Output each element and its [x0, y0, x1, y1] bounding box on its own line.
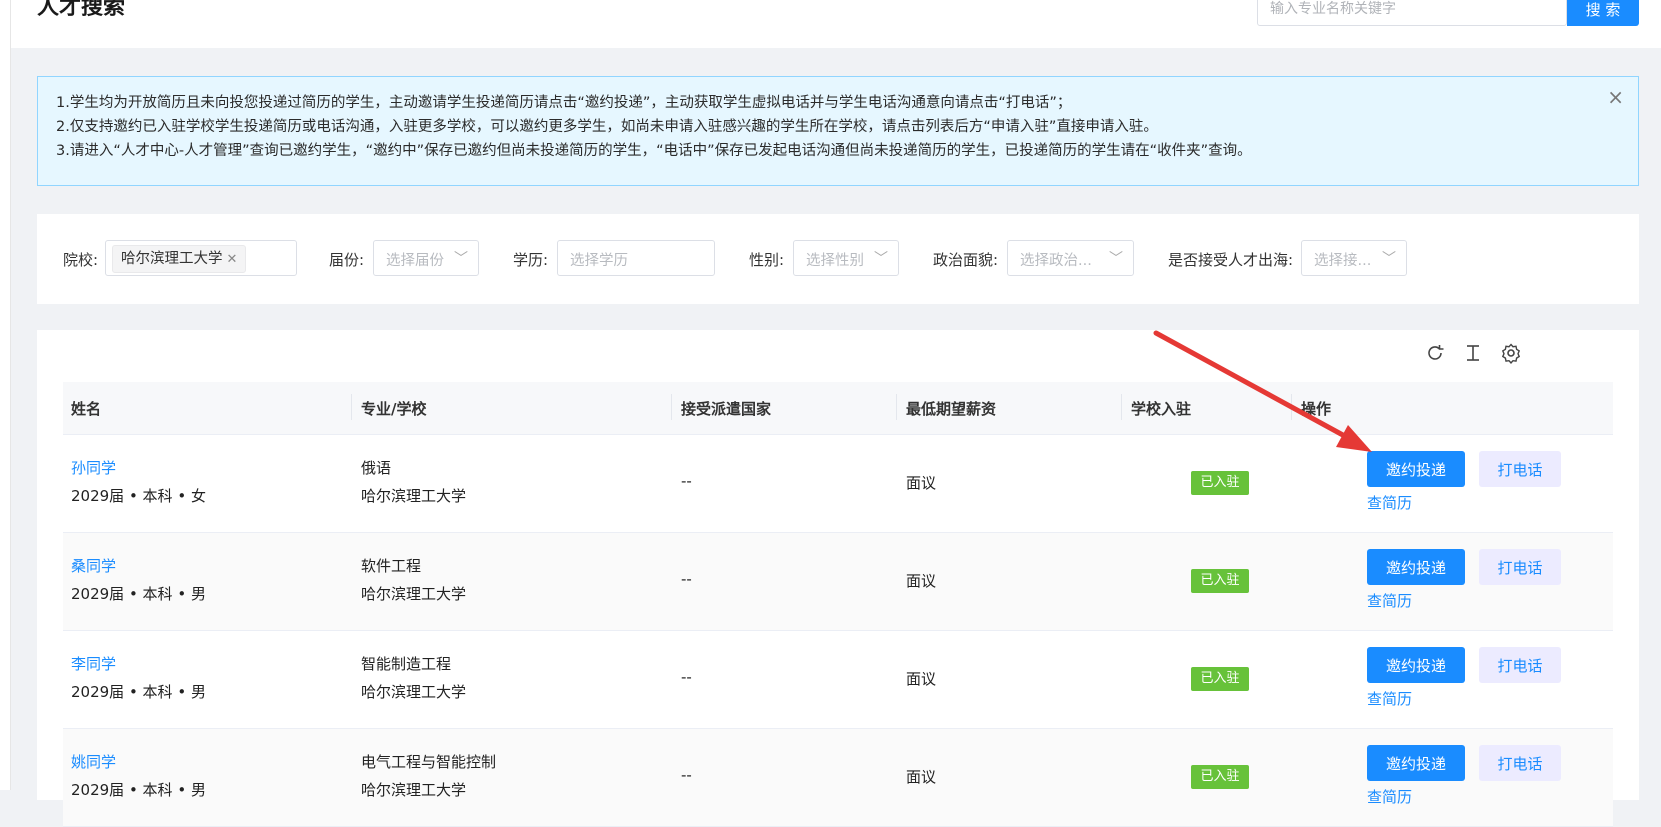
close-icon[interactable]: ×: [1607, 87, 1624, 107]
tag-close-icon[interactable]: ✕: [227, 252, 238, 267]
dispatch-country: --: [681, 570, 692, 588]
invite-apply-button[interactable]: 邀约投递: [1367, 451, 1465, 487]
col-header-major: 专业/学校: [361, 400, 427, 418]
table-header: 姓名 专业/学校 接受派遣国家 最低期望薪资 学校入驻 操作: [63, 382, 1613, 435]
chevron-down-icon: ﹀: [1109, 251, 1123, 267]
call-button[interactable]: 打电话: [1479, 647, 1561, 683]
call-button[interactable]: 打电话: [1479, 745, 1561, 781]
grade-filter-select[interactable]: 选择届份 ﹀: [373, 240, 479, 276]
gender-filter-label: 性别:: [749, 251, 785, 269]
view-resume-link[interactable]: 查简历: [1367, 590, 1412, 611]
view-resume-link[interactable]: 查简历: [1367, 492, 1412, 513]
student-school: 哈尔滨理工大学: [361, 487, 467, 505]
settings-gear-icon[interactable]: [1500, 342, 1522, 364]
edu-filter-select[interactable]: 选择学历: [557, 240, 715, 276]
student-major: 俄语: [361, 459, 392, 477]
edu-filter-label: 学历:: [513, 251, 549, 269]
status-badge: 已入驻: [1191, 765, 1249, 789]
politics-filter-label: 政治面貌:: [933, 251, 999, 269]
school-filter-label: 院校:: [63, 251, 99, 269]
dispatch-country: --: [681, 668, 692, 686]
col-header-name: 姓名: [71, 400, 102, 418]
status-badge: 已入驻: [1191, 667, 1249, 691]
chevron-down-icon: ﹀: [454, 251, 468, 267]
student-major: 电气工程与智能控制: [361, 753, 497, 771]
min-salary: 面议: [906, 670, 937, 688]
student-info: 2029届 • 本科 • 女: [71, 487, 206, 505]
call-button[interactable]: 打电话: [1479, 451, 1561, 487]
refresh-icon[interactable]: [1424, 342, 1446, 364]
min-salary: 面议: [906, 768, 937, 786]
notice-line-3: 3.请进入“人才中心-人才管理”查询已邀约学生，“邀约中”保存已邀约但尚未投递简…: [56, 143, 1252, 159]
student-name-link[interactable]: 孙同学: [71, 457, 116, 478]
col-divider: [896, 394, 897, 420]
left-sidebar-edge: [0, 0, 11, 790]
gender-filter-select[interactable]: 选择性别 ﹀: [793, 240, 899, 276]
view-resume-link[interactable]: 查简历: [1367, 688, 1412, 709]
edu-filter-placeholder: 选择学历: [570, 253, 628, 269]
student-name-link[interactable]: 姚同学: [71, 751, 116, 772]
notice-banner: 1.学生均为开放简历且未向投您投递过简历的学生，主动邀请学生投递简历请点击“邀约…: [37, 76, 1639, 186]
col-header-actions: 操作: [1301, 400, 1332, 418]
student-info: 2029届 • 本科 • 男: [71, 683, 206, 701]
table-row: 桑同学 2029届 • 本科 • 男 软件工程 哈尔滨理工大学 -- 面议 已入…: [63, 533, 1613, 631]
chevron-down-icon: ﹀: [1382, 251, 1396, 267]
dispatch-country: --: [681, 472, 692, 490]
overseas-filter-placeholder: 选择接...: [1314, 253, 1372, 269]
overseas-filter-select[interactable]: 选择接... ﹀: [1301, 240, 1407, 276]
invite-apply-button[interactable]: 邀约投递: [1367, 745, 1465, 781]
col-divider: [1291, 394, 1292, 420]
school-filter-select[interactable]: 哈尔滨理工大学 ✕: [105, 240, 297, 276]
table-row: 李同学 2029届 • 本科 • 男 智能制造工程 哈尔滨理工大学 -- 面议 …: [63, 631, 1613, 729]
status-badge: 已入驻: [1191, 471, 1249, 495]
student-name-link[interactable]: 桑同学: [71, 555, 116, 576]
overseas-filter-label: 是否接受人才出海:: [1168, 251, 1294, 269]
status-badge: 已入驻: [1191, 569, 1249, 593]
student-info: 2029届 • 本科 • 男: [71, 585, 206, 603]
grade-filter-label: 届份:: [329, 251, 365, 269]
filter-panel: 院校: 哈尔滨理工大学 ✕ 届份: 选择届份 ﹀ 学历: 选择学历 性别: 选择性…: [37, 214, 1639, 304]
page-title: 人才搜索: [37, 0, 126, 20]
notice-line-1: 1.学生均为开放简历且未向投您投递过简历的学生，主动邀请学生投递简历请点击“邀约…: [56, 95, 1072, 111]
student-name-link[interactable]: 李同学: [71, 653, 116, 674]
col-divider: [1121, 394, 1122, 420]
col-header-salary: 最低期望薪资: [906, 400, 997, 418]
politics-filter-placeholder: 选择政治...: [1020, 253, 1092, 269]
student-school: 哈尔滨理工大学: [361, 585, 467, 603]
student-school: 哈尔滨理工大学: [361, 683, 467, 701]
results-table-panel: 姓名 专业/学校 接受派遣国家 最低期望薪资 学校入驻 操作 孙同学 2029届…: [37, 330, 1639, 827]
search-button[interactable]: 搜 索: [1567, 0, 1639, 26]
school-filter-tag: 哈尔滨理工大学 ✕: [112, 245, 247, 273]
dispatch-country: --: [681, 766, 692, 784]
politics-filter-select[interactable]: 选择政治... ﹀: [1007, 240, 1134, 276]
min-salary: 面议: [906, 474, 937, 492]
col-header-school-status: 学校入驻: [1131, 400, 1192, 418]
student-major: 智能制造工程: [361, 655, 452, 673]
chevron-down-icon: ﹀: [874, 251, 888, 267]
gender-filter-placeholder: 选择性别: [806, 253, 864, 269]
col-divider: [351, 394, 352, 420]
call-button[interactable]: 打电话: [1479, 549, 1561, 585]
col-header-country: 接受派遣国家: [681, 400, 772, 418]
invite-apply-button[interactable]: 邀约投递: [1367, 647, 1465, 683]
invite-apply-button[interactable]: 邀约投递: [1367, 549, 1465, 585]
view-resume-link[interactable]: 查简历: [1367, 786, 1412, 807]
table-row: 姚同学 2029届 • 本科 • 男 电气工程与智能控制 哈尔滨理工大学 -- …: [63, 729, 1613, 827]
grade-filter-placeholder: 选择届份: [386, 253, 444, 269]
column-height-icon[interactable]: [1462, 342, 1484, 364]
min-salary: 面议: [906, 572, 937, 590]
major-search-input[interactable]: [1257, 0, 1567, 26]
student-major: 软件工程: [361, 557, 422, 575]
school-tag-label: 哈尔滨理工大学: [121, 251, 223, 267]
notice-line-2: 2.仅支持邀约已入驻学校学生投递简历或电话沟通，入驻更多学校，可以邀约更多学生，…: [56, 119, 1158, 135]
table-row: 孙同学 2029届 • 本科 • 女 俄语 哈尔滨理工大学 -- 面议 已入驻 …: [63, 435, 1613, 533]
col-divider: [671, 394, 672, 420]
